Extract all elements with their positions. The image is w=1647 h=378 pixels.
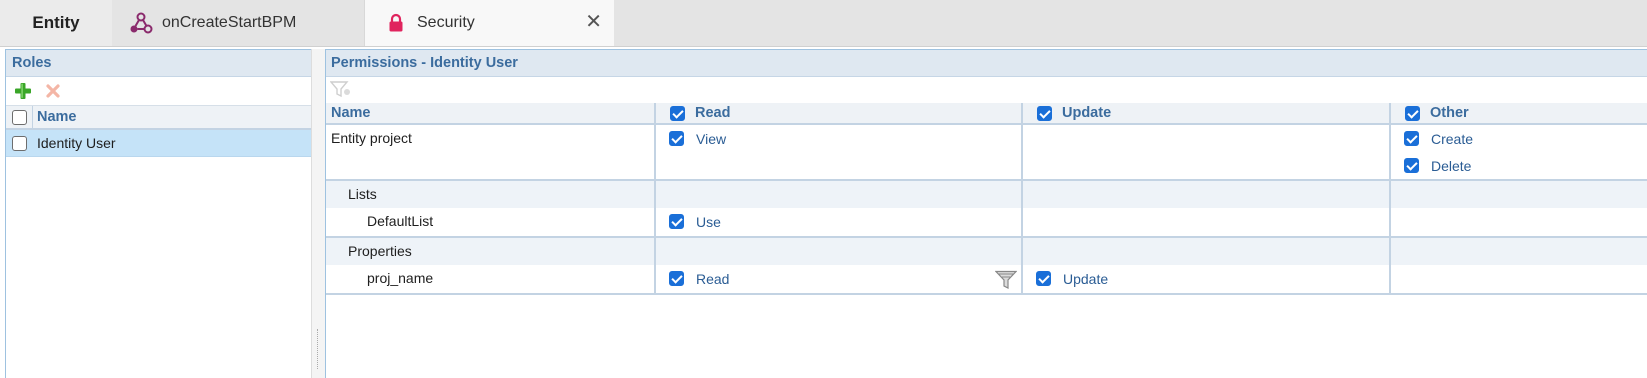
tab-bar: Entity onCreateStartBPM Security ✕ [0, 0, 1647, 47]
use-checkbox[interactable] [669, 214, 684, 229]
column-update[interactable]: Update [1022, 103, 1391, 125]
group-row-properties: Properties [326, 237, 1647, 265]
close-icon[interactable]: ✕ [585, 12, 602, 32]
view-label: View [696, 130, 727, 147]
delete-icon[interactable] [40, 80, 66, 102]
column-read[interactable]: Read [655, 103, 1023, 125]
filter-icon[interactable] [994, 270, 1018, 293]
column-other[interactable]: Other [1390, 103, 1647, 125]
permission-read[interactable]: Read [656, 265, 1021, 292]
update-label: Update [1063, 270, 1109, 287]
delete-label: Delete [1431, 157, 1472, 174]
delete-checkbox[interactable] [1404, 158, 1419, 173]
role-row-identity-user[interactable]: Identity User [6, 130, 324, 157]
workflow-icon [128, 12, 154, 34]
entity-name: Entity project [331, 130, 412, 146]
tab-security-label: Security [417, 14, 475, 31]
update-checkbox[interactable] [1036, 271, 1051, 286]
read-checkbox[interactable] [669, 271, 684, 286]
permission-view[interactable]: View [656, 125, 1021, 152]
view-checkbox[interactable] [669, 131, 684, 146]
table-row: Entity project View Create Delete [326, 124, 1647, 181]
column-read-label: Read [695, 105, 731, 121]
tab-oncreatestartbpm[interactable]: onCreateStartBPM [112, 0, 364, 46]
update-all-checkbox[interactable] [1037, 105, 1052, 121]
panel-splitter[interactable] [311, 49, 326, 378]
filter-icon[interactable] [329, 80, 352, 101]
table-row: proj_name Read Update [326, 265, 1647, 295]
tab-entity[interactable]: Entity [0, 0, 112, 46]
roles-title: Roles [6, 50, 324, 77]
column-other-label: Other [1430, 105, 1469, 121]
roles-column-name[interactable]: Name [33, 109, 77, 125]
column-name[interactable]: Name [326, 103, 656, 125]
roles-grid-header: Name [6, 106, 324, 130]
permission-create[interactable]: Create [1391, 125, 1647, 152]
permission-update[interactable]: Update [1023, 265, 1389, 292]
lock-icon [383, 12, 409, 34]
tab-oncreatestartbpm-label: onCreateStartBPM [162, 14, 297, 31]
read-label: Read [696, 270, 730, 287]
property-name: proj_name [367, 270, 434, 286]
group-properties-label: Properties [348, 243, 412, 259]
create-label: Create [1431, 130, 1474, 147]
other-all-checkbox[interactable] [1405, 105, 1420, 121]
add-icon[interactable] [10, 80, 36, 102]
permission-delete[interactable]: Delete [1391, 152, 1647, 179]
read-all-checkbox[interactable] [670, 105, 685, 121]
roles-panel: Roles Name Identity User [5, 49, 325, 378]
tab-security[interactable]: Security ✕ [364, 0, 614, 46]
permission-use[interactable]: Use [656, 208, 1021, 235]
role-name: Identity User [37, 135, 116, 151]
select-all-roles-checkbox[interactable] [11, 109, 27, 125]
permissions-panel: Permissions - Identity User Name Read Up… [325, 49, 1647, 378]
column-update-label: Update [1062, 105, 1112, 121]
permissions-title: Permissions - Identity User [326, 50, 1647, 77]
list-name: DefaultList [367, 213, 434, 229]
permissions-toolbar [326, 77, 1647, 103]
create-checkbox[interactable] [1404, 131, 1419, 146]
group-row-lists: Lists [326, 180, 1647, 208]
role-checkbox[interactable] [11, 135, 27, 151]
use-label: Use [696, 213, 721, 230]
permissions-grid: Name Read Update Other Entity project Vi… [326, 103, 1647, 295]
table-row: DefaultList Use [326, 208, 1647, 238]
tab-entity-label: Entity [32, 13, 80, 32]
roles-toolbar [6, 77, 324, 106]
group-lists-label: Lists [348, 186, 377, 202]
